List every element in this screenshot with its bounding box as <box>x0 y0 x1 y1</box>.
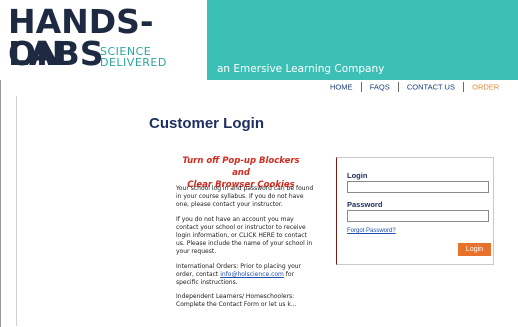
logo-subtitle: SCIENCE DELIVERED <box>100 46 167 68</box>
nav-divider <box>360 82 362 93</box>
notice-line1: Turn off Pop-up Blockers and <box>182 156 300 178</box>
login-input[interactable] <box>347 181 489 193</box>
info-text: Your school log in and password can be f… <box>176 185 314 316</box>
info-paragraph-4: Independent Learners/ Homeschoolers: Com… <box>176 293 297 309</box>
logo-sub2: DELIVERED <box>100 56 167 69</box>
nav-faqs[interactable]: FAQS <box>370 83 390 92</box>
content-divider <box>16 96 17 326</box>
site-header: HANDS-ON LABS SCIENCE DELIVERED an Emers… <box>0 0 518 80</box>
info-paragraph-1: Your school log in and password can be f… <box>176 185 314 209</box>
tagline: an Emersive Learning Company <box>217 63 385 75</box>
nav-home[interactable]: HOME <box>330 83 353 92</box>
info-paragraph-2: If you do not have an account you may co… <box>176 215 313 256</box>
password-label: Password <box>347 200 383 209</box>
login-label: Login <box>347 171 368 180</box>
contact-email-link[interactable]: info@holscience.com <box>220 271 284 278</box>
nav-order[interactable]: ORDER <box>472 83 499 92</box>
forgot-password-link[interactable]: Forgot Password? <box>347 228 396 234</box>
top-nav: HOME FAQS CONTACT US ORDER <box>330 82 499 93</box>
login-button[interactable]: Login <box>458 243 491 256</box>
page-title: Customer Login <box>149 115 264 132</box>
nav-divider <box>397 82 399 93</box>
logo-line2: LABS <box>8 34 104 73</box>
login-panel: Login Password Forgot Password? Login <box>336 157 494 265</box>
logo[interactable]: HANDS-ON LABS SCIENCE DELIVERED <box>0 0 207 80</box>
password-input[interactable] <box>347 210 489 222</box>
nav-divider <box>463 82 465 93</box>
nav-contact-us[interactable]: CONTACT US <box>407 83 455 92</box>
info-paragraph-3: International Orders: Prior to placing y… <box>176 263 314 288</box>
